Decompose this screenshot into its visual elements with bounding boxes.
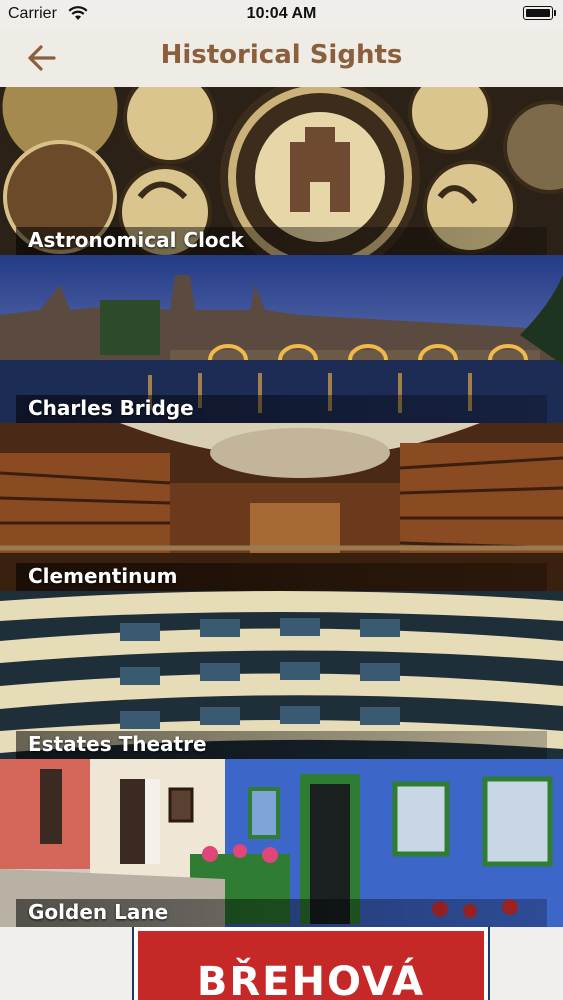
list-item-estates-theatre[interactable]: Estates Theatre (0, 591, 563, 759)
list-item-golden-lane[interactable]: Golden Lane (0, 759, 563, 927)
sights-list: Astronomical Clock Charles Bridge Clemen… (0, 87, 563, 927)
sight-title: Charles Bridge (28, 396, 194, 420)
battery-icon (523, 6, 556, 20)
list-item-partial[interactable]: BŘEHOVÁ (0, 927, 563, 1000)
sight-title: Estates Theatre (28, 732, 207, 756)
sight-title: Clementinum (28, 564, 178, 588)
street-sign-image: BŘEHOVÁ (134, 927, 488, 1000)
navigation-bar: Historical Sights (0, 30, 563, 87)
sight-title: Golden Lane (28, 900, 169, 924)
status-bar: Carrier 10:04 AM (0, 0, 563, 30)
clock: 10:04 AM (246, 5, 317, 22)
sight-title: Astronomical Clock (28, 228, 244, 252)
list-item-charles-bridge[interactable]: Charles Bridge (0, 255, 563, 423)
page-title: Historical Sights (160, 40, 403, 70)
street-sign-text: BŘEHOVÁ (196, 959, 426, 1000)
list-item-clementinum[interactable]: Clementinum (0, 423, 563, 591)
list-item-astronomical-clock[interactable]: Astronomical Clock (0, 87, 563, 255)
